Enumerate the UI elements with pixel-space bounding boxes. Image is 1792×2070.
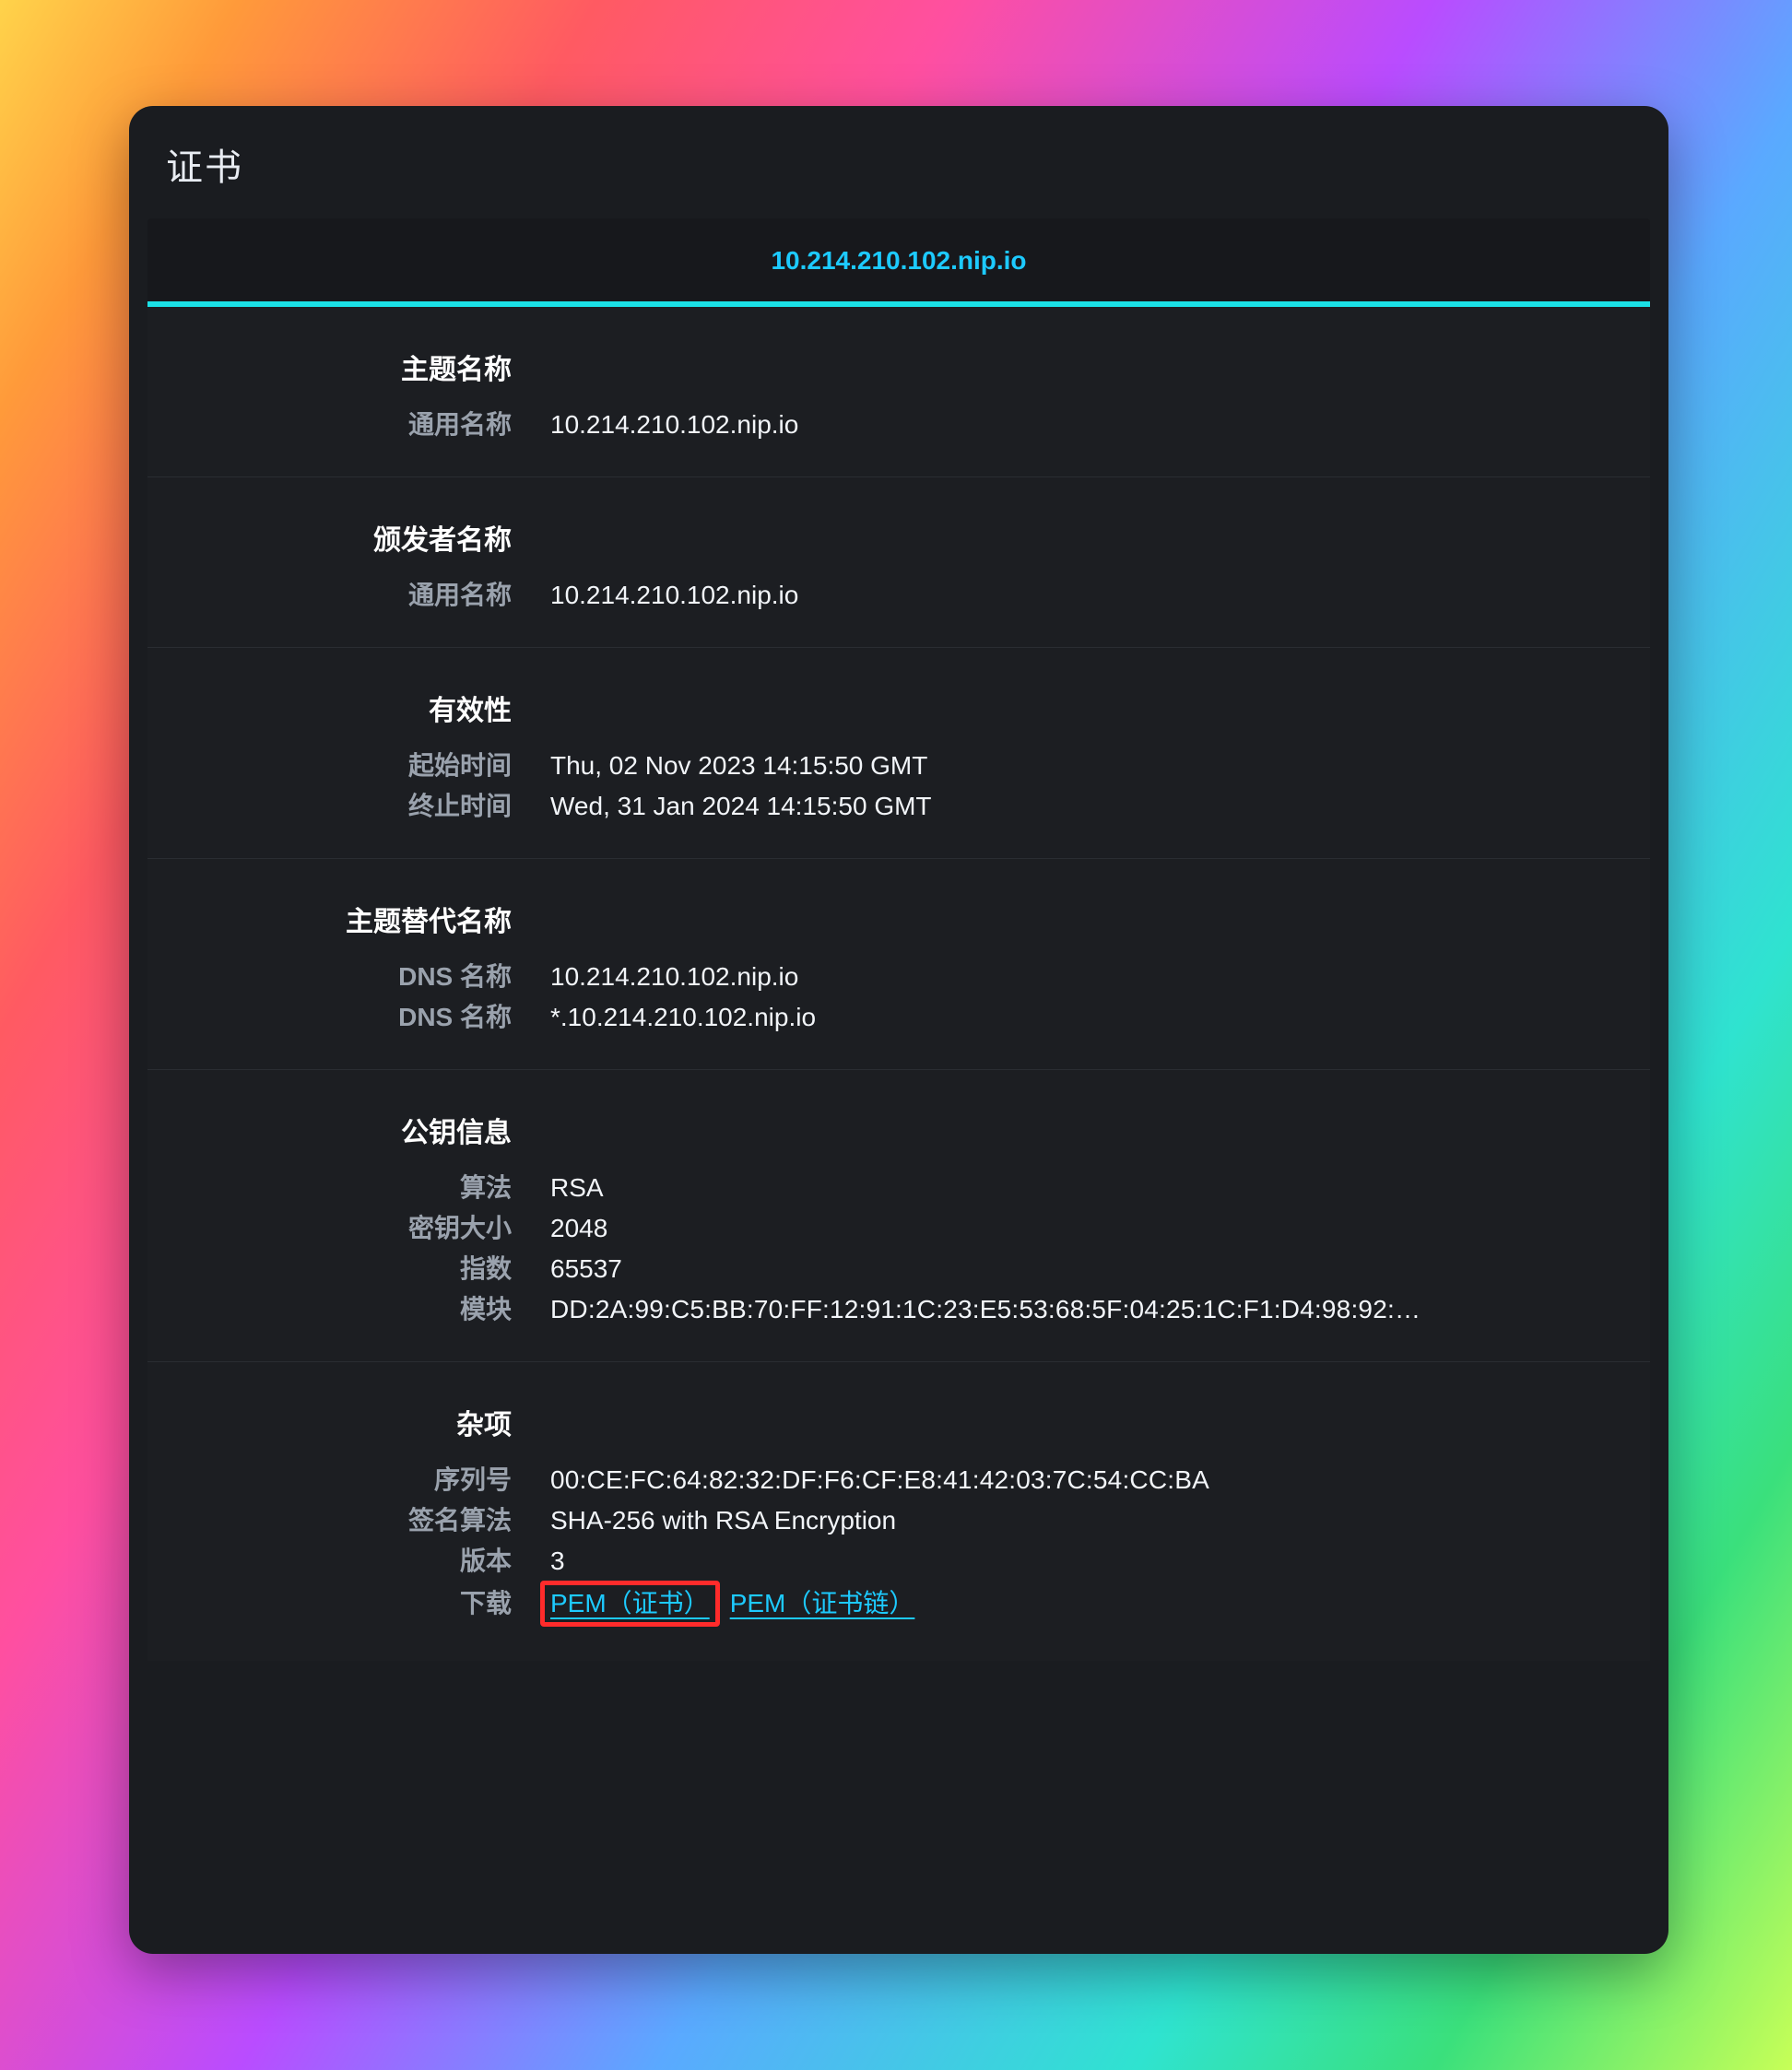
- cert-row: 模块 DD:2A:99:C5:BB:70:FF:12:91:1C:23:E5:5…: [177, 1289, 1621, 1330]
- cert-row: 序列号 00:CE:FC:64:82:32:DF:F6:CF:E8:41:42:…: [177, 1460, 1621, 1500]
- row-label: 密钥大小: [177, 1216, 550, 1241]
- pem-cert-highlight: PEM（证书）: [540, 1581, 720, 1627]
- row-value: 3: [550, 1548, 1621, 1574]
- section-header: 杂项: [177, 1412, 550, 1440]
- cert-row: 算法 RSA: [177, 1168, 1621, 1208]
- certificate-panel: 证书 10.214.210.102.nip.io 主题名称 通用名称 10.21…: [129, 106, 1668, 1954]
- row-value: SHA-256 with RSA Encryption: [550, 1508, 1621, 1534]
- section-misc: 杂项 序列号 00:CE:FC:64:82:32:DF:F6:CF:E8:41:…: [147, 1362, 1650, 1661]
- cert-row: 密钥大小 2048: [177, 1208, 1621, 1249]
- cert-row: 终止时间 Wed, 31 Jan 2024 14:15:50 GMT: [177, 786, 1621, 827]
- row-label: DNS 名称: [177, 964, 550, 990]
- row-label: 签名算法: [177, 1508, 550, 1534]
- row-label: 终止时间: [177, 794, 550, 819]
- row-value: 10.214.210.102.nip.io: [550, 412, 1621, 438]
- row-label: 模块: [177, 1297, 550, 1323]
- row-label: 序列号: [177, 1467, 550, 1493]
- row-value: 10.214.210.102.nip.io: [550, 582, 1621, 608]
- download-pem-cert-link[interactable]: PEM（证书）: [550, 1591, 710, 1617]
- section-header: 公钥信息: [177, 1120, 550, 1147]
- certificate-content: 主题名称 通用名称 10.214.210.102.nip.io 颁发者名称 通用…: [147, 307, 1650, 1661]
- section-header: 主题名称: [177, 357, 550, 384]
- cert-row: 起始时间 Thu, 02 Nov 2023 14:15:50 GMT: [177, 746, 1621, 786]
- cert-row: 版本 3: [177, 1541, 1621, 1582]
- row-value: Thu, 02 Nov 2023 14:15:50 GMT: [550, 753, 1621, 779]
- page-title: 证书: [129, 137, 1668, 218]
- row-value: 2048: [550, 1216, 1621, 1241]
- cert-row: 签名算法 SHA-256 with RSA Encryption: [177, 1500, 1621, 1541]
- tab-label: 10.214.210.102.nip.io: [771, 246, 1026, 275]
- row-label: 版本: [177, 1548, 550, 1574]
- cert-row-download: 下载 PEM（证书） PEM（证书链）: [177, 1582, 1621, 1629]
- row-label: 指数: [177, 1256, 550, 1282]
- row-value: Wed, 31 Jan 2024 14:15:50 GMT: [550, 794, 1621, 819]
- row-value: RSA: [550, 1175, 1621, 1201]
- download-links: PEM（证书） PEM（证书链）: [550, 1589, 1621, 1622]
- section-issuer: 颁发者名称 通用名称 10.214.210.102.nip.io: [147, 477, 1650, 648]
- cert-row: DNS 名称 *.10.214.210.102.nip.io: [177, 997, 1621, 1038]
- tab-bar: 10.214.210.102.nip.io: [147, 218, 1650, 307]
- row-label: DNS 名称: [177, 1005, 550, 1030]
- row-value: 00:CE:FC:64:82:32:DF:F6:CF:E8:41:42:03:7…: [550, 1467, 1621, 1493]
- section-header: 有效性: [177, 698, 550, 725]
- section-validity: 有效性 起始时间 Thu, 02 Nov 2023 14:15:50 GMT 终…: [147, 648, 1650, 859]
- row-label: 通用名称: [177, 582, 550, 608]
- section-header: 主题替代名称: [177, 909, 550, 936]
- section-header: 颁发者名称: [177, 527, 550, 555]
- cert-row: 通用名称 10.214.210.102.nip.io: [177, 575, 1621, 616]
- section-san: 主题替代名称 DNS 名称 10.214.210.102.nip.io DNS …: [147, 859, 1650, 1070]
- download-pem-chain-link[interactable]: PEM（证书链）: [726, 1589, 919, 1622]
- row-label: 算法: [177, 1175, 550, 1201]
- tab-underline: [147, 301, 1650, 307]
- cert-row: DNS 名称 10.214.210.102.nip.io: [177, 957, 1621, 997]
- cert-row: 指数 65537: [177, 1249, 1621, 1289]
- tab-host[interactable]: 10.214.210.102.nip.io: [147, 218, 1650, 307]
- row-label: 通用名称: [177, 412, 550, 438]
- row-value: 65537: [550, 1256, 1621, 1282]
- section-subject: 主题名称 通用名称 10.214.210.102.nip.io: [147, 307, 1650, 477]
- row-label: 起始时间: [177, 753, 550, 779]
- row-value: DD:2A:99:C5:BB:70:FF:12:91:1C:23:E5:53:6…: [550, 1297, 1621, 1323]
- section-pubkey: 公钥信息 算法 RSA 密钥大小 2048 指数 65537 模块 DD:: [147, 1070, 1650, 1362]
- row-value: *.10.214.210.102.nip.io: [550, 1005, 1621, 1030]
- row-value: 10.214.210.102.nip.io: [550, 964, 1621, 990]
- row-label: 下载: [177, 1591, 550, 1617]
- cert-row: 通用名称 10.214.210.102.nip.io: [177, 405, 1621, 445]
